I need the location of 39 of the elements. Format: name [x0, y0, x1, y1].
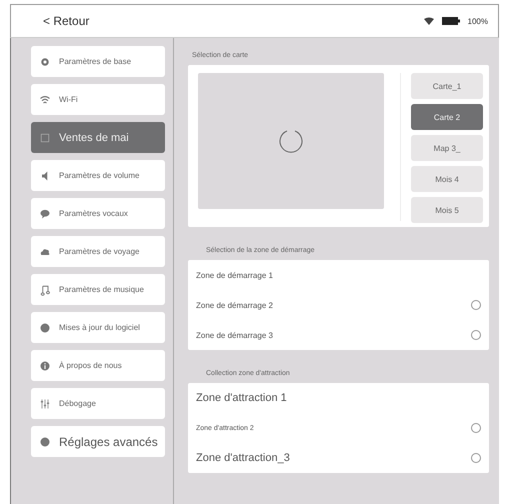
radio-button[interactable] — [471, 300, 481, 310]
speech-bubble-icon — [39, 208, 51, 220]
map-option[interactable]: Mois 4 — [411, 166, 483, 192]
wifi-icon — [39, 94, 51, 106]
sliders-icon — [39, 398, 51, 410]
sidebar-item[interactable]: Paramètres de musique — [31, 274, 165, 305]
battery-icon — [442, 17, 460, 25]
map-option[interactable]: Carte 2 — [411, 104, 483, 130]
zone-label[interactable]: Zone d'attraction 1 — [196, 392, 287, 404]
map-option[interactable]: Mois 5 — [411, 197, 483, 223]
music-note-icon — [39, 284, 51, 296]
map-option[interactable]: Carte_1 — [411, 73, 483, 99]
loading-spinner-icon — [278, 128, 304, 154]
sidebar-item[interactable]: À propos de nous — [31, 350, 165, 381]
zone-label[interactable]: Zone de démarrage 3 — [196, 330, 273, 340]
sidebar-item[interactable]: Mises à jour du logiciel — [31, 312, 165, 343]
sidebar-item[interactable]: Ventes de mai — [31, 122, 165, 153]
info-icon — [39, 360, 51, 372]
zone-label[interactable]: Zone d'attraction_3 — [196, 452, 290, 464]
radio-button[interactable] — [471, 453, 481, 463]
sidebar-item[interactable]: Paramètres de base — [31, 46, 165, 77]
square-icon — [39, 132, 51, 144]
zone-label[interactable]: Zone de démarrage 2 — [196, 300, 273, 310]
radio-button[interactable] — [471, 423, 481, 433]
sidebar-item[interactable]: Wi-Fi — [31, 84, 165, 115]
wifi-icon — [424, 17, 434, 25]
gear-icon — [39, 56, 51, 68]
map-option[interactable]: Map 3_ — [411, 135, 483, 161]
sidebar-item[interactable]: Paramètres de volume — [31, 160, 165, 191]
back-button[interactable]: < Retour — [41, 12, 92, 30]
circle-icon — [39, 322, 51, 334]
zone-label[interactable]: Zone de démarrage 1 — [196, 270, 273, 280]
radio-button[interactable] — [471, 330, 481, 340]
battery-level: 100% — [468, 16, 488, 26]
sidebar-item[interactable]: Débogage — [31, 388, 165, 419]
sidebar-item[interactable]: Réglages avancés — [31, 426, 165, 457]
circle-icon — [39, 436, 51, 448]
sidebar-item[interactable]: Paramètres de voyage — [31, 236, 165, 267]
sidebar-item[interactable]: Paramètres vocaux — [31, 198, 165, 229]
